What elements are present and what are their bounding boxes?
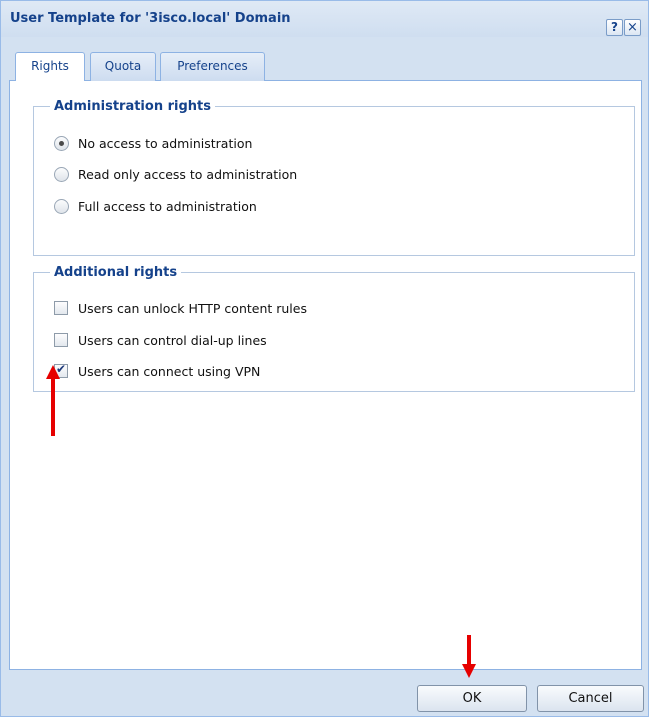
annotation-arrow-ok [462,635,476,678]
tab-rights[interactable]: Rights [15,52,85,82]
administration-rights-group: Administration rights No access to admin… [33,99,635,256]
close-icon[interactable]: × [624,19,641,36]
checkbox-control-dialup-label: Users can control dial-up lines [78,333,267,348]
help-icon[interactable]: ? [606,19,623,36]
radio-full-access-label: Full access to administration [78,199,257,214]
radio-full-access-button[interactable] [54,199,69,214]
rights-panel: Administration rights No access to admin… [9,81,642,670]
tab-quota[interactable]: Quota [90,52,156,81]
annotation-arrow-vpn [46,365,60,436]
tab-strip: Rights Quota Preferences [9,48,642,82]
administration-rights-legend: Administration rights [54,99,211,114]
cancel-button[interactable]: Cancel [537,685,644,712]
dialog-titlebar[interactable]: User Template for '3isco.local' Domain [1,1,648,37]
radio-read-only-access-button[interactable] [54,167,69,182]
radio-read-only-access-label: Read only access to administration [78,167,298,182]
tab-preferences[interactable]: Preferences [160,52,265,81]
dialog-title: User Template for '3isco.local' Domain [10,11,291,26]
additional-rights-legend: Additional rights [54,265,178,280]
radio-no-access-button[interactable] [54,136,69,151]
checkbox-connect-vpn-label: Users can connect using VPN [78,364,261,379]
dialog-window: User Template for '3isco.local' Domain ?… [0,0,649,717]
checkbox-unlock-http-rules-label: Users can unlock HTTP content rules [78,301,307,316]
radio-no-access-label: No access to administration [78,136,253,151]
additional-rights-group: Additional rights Users can unlock HTTP … [33,265,635,392]
checkbox-unlock-http-rules-box[interactable] [54,301,68,315]
checkbox-control-dialup-box[interactable] [54,333,68,347]
ok-button[interactable]: OK [417,685,527,712]
